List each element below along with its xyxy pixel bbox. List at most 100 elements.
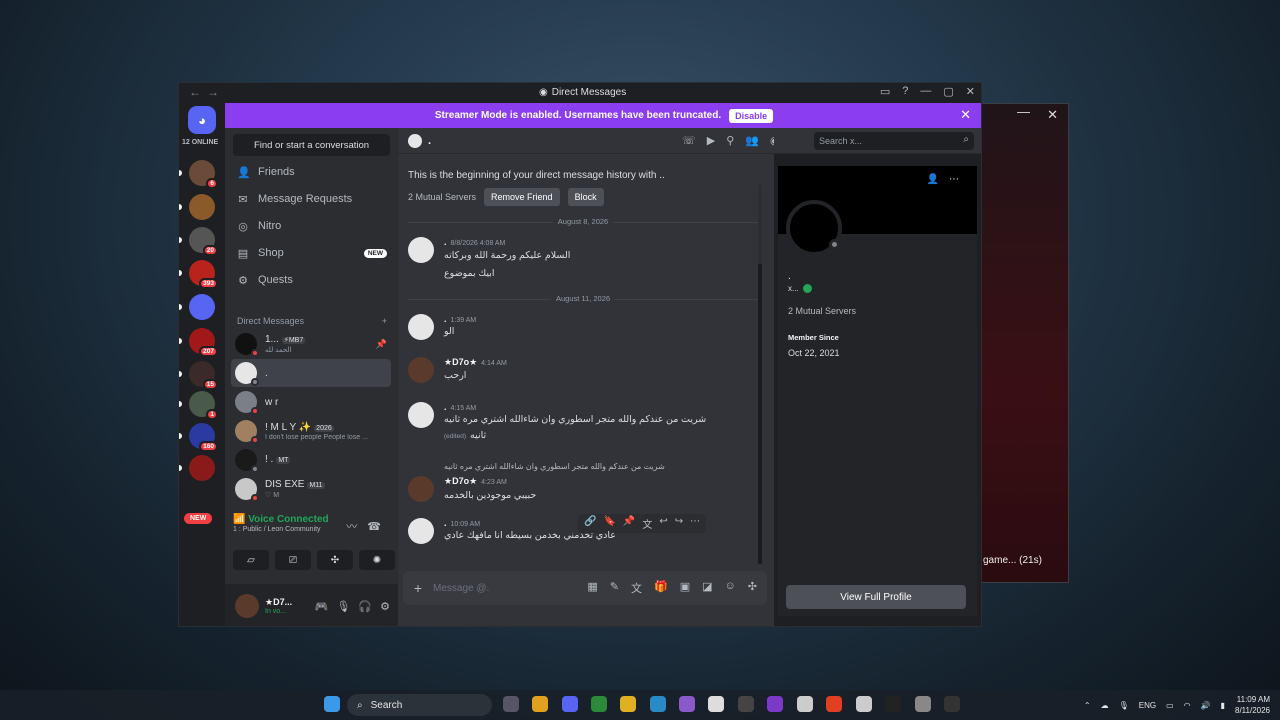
gif-icon[interactable]: ▣ <box>680 580 690 596</box>
server-icon[interactable]: 207 <box>189 328 218 357</box>
avatar[interactable] <box>408 518 434 544</box>
cloud-icon[interactable]: ☁ <box>1101 701 1109 710</box>
server-icon[interactable] <box>189 455 215 481</box>
brave-icon[interactable] <box>826 696 842 712</box>
server-icon[interactable] <box>189 294 215 320</box>
close-banner-icon[interactable]: ✕ <box>960 107 971 123</box>
dm-item[interactable]: ! . MT <box>231 446 391 474</box>
taskbar-search[interactable]: ⌕ Search <box>347 694 492 716</box>
explorer-icon[interactable] <box>620 696 636 712</box>
avatar[interactable] <box>408 476 434 502</box>
attach-icon[interactable]: + <box>403 580 433 596</box>
edge-icon[interactable] <box>650 696 666 712</box>
network-icon[interactable]: ▭ <box>1166 701 1174 710</box>
view-full-profile-button[interactable]: View Full Profile <box>786 585 966 609</box>
volume-icon[interactable]: 🔊 <box>1201 701 1211 710</box>
scrollbar[interactable] <box>758 184 762 564</box>
app-icon[interactable] <box>856 696 872 712</box>
server-icon[interactable]: 1 <box>189 391 218 420</box>
store-icon[interactable] <box>708 696 724 712</box>
dm-item[interactable]: ! M L Y ✨ 2026 I don't lose people People… <box>231 417 391 445</box>
task-view-icon[interactable] <box>503 696 519 712</box>
app-icon[interactable] <box>738 696 754 712</box>
minimize-button[interactable]: — <box>920 85 931 98</box>
xbox-icon[interactable] <box>591 696 607 712</box>
message[interactable]: . 8/8/2026 4:08 AM السلام عليكم ورحمة الل… <box>408 237 758 281</box>
microphone-icon[interactable]: 🎙 <box>336 600 350 613</box>
battery-icon[interactable]: ▮ <box>1221 701 1225 710</box>
clock[interactable]: 11:09 AM 8/11/2026 <box>1235 694 1270 716</box>
profile-actions[interactable]: 👤⋯ <box>927 174 969 185</box>
gift-icon[interactable]: 🎁 <box>654 580 668 596</box>
server-icon[interactable]: 6 <box>189 160 218 189</box>
voice-controls[interactable]: 〰☎ <box>346 518 391 534</box>
search-input[interactable]: Search x... ⌕ <box>814 132 974 150</box>
nav-nitro[interactable]: ◎ Nitro <box>231 214 391 238</box>
app-icon[interactable] <box>944 696 960 712</box>
add-friend-icon[interactable]: 👥 <box>745 134 759 147</box>
language-indicator[interactable]: ENG <box>1139 701 1156 710</box>
app-icon[interactable] <box>679 696 695 712</box>
camera-off-icon[interactable]: ▱ <box>233 550 269 570</box>
app-icon[interactable] <box>915 696 931 712</box>
gamepad-icon[interactable]: 🎮 <box>315 600 329 613</box>
inbox-icon[interactable]: ▭ <box>880 85 890 98</box>
server-icon[interactable] <box>189 194 215 220</box>
server-icon[interactable]: 160 <box>189 423 218 452</box>
chrome-icon[interactable] <box>532 696 548 712</box>
minimize-icon[interactable]: — <box>1017 104 1030 119</box>
avatar[interactable] <box>408 402 434 428</box>
message-composer[interactable]: + Message @. ▦ ✎ 文 🎁 ▣ ◪ ☺ ✣ <box>403 571 767 605</box>
avatar[interactable] <box>408 314 434 340</box>
mic-off-icon[interactable]: ✎ <box>610 580 619 596</box>
calendar-icon[interactable]: ▦ <box>587 580 597 596</box>
new-servers-badge[interactable]: NEW <box>184 513 213 524</box>
create-dm-icon[interactable]: + <box>382 316 387 326</box>
disable-button[interactable]: Disable <box>729 108 774 123</box>
apps-icon[interactable]: ✣ <box>748 580 757 596</box>
sticker-icon[interactable]: ◪ <box>702 580 712 596</box>
dm-item[interactable]: 1... ⚡MB7 الحمد لله 📌 <box>231 330 391 358</box>
server-icon[interactable]: 20 <box>189 227 218 256</box>
back-forward-icons[interactable]: ←→ <box>189 85 225 99</box>
server-icon[interactable]: 393 <box>189 260 218 289</box>
mic-icon[interactable]: 🎙 <box>1119 701 1129 710</box>
avatar[interactable] <box>408 237 434 263</box>
server-icon[interactable]: 15 <box>189 361 218 390</box>
dm-item[interactable]: DIS EXE M11 ♡ M <box>231 475 391 503</box>
chevron-up-icon[interactable]: ⌃ <box>1084 701 1091 710</box>
message[interactable]: . 1:39 AM الو <box>408 314 758 344</box>
avatar[interactable] <box>235 594 259 618</box>
remove-friend-button[interactable]: Remove Friend <box>484 188 560 206</box>
soundboard-icon[interactable]: ✺ <box>359 550 395 570</box>
message-reply[interactable]: شريت من عندكم والله متجر اسطوري وان شاءا… <box>408 462 758 506</box>
close-icon[interactable]: ✕ <box>1047 107 1058 123</box>
tiktok-icon[interactable] <box>885 696 901 712</box>
avatar[interactable] <box>408 357 434 383</box>
activities-icon[interactable]: ✣ <box>317 550 353 570</box>
call-icon[interactable]: ☏ <box>682 134 696 147</box>
nav-message-requests[interactable]: ✉ Message Requests <box>231 187 391 211</box>
start-icon[interactable] <box>324 696 340 712</box>
find-conversation-button[interactable]: Find or start a conversation <box>233 134 390 156</box>
profile-mutual-servers[interactable]: 2 Mutual Servers <box>788 306 856 316</box>
maximize-button[interactable]: ▢ <box>943 85 953 98</box>
close-button[interactable]: ✕ <box>966 85 975 98</box>
nav-quests[interactable]: ⚙ Quests <box>231 268 391 292</box>
discord-taskbar-icon[interactable] <box>562 696 578 712</box>
nav-shop[interactable]: ▤ Shop NEW <box>231 241 391 265</box>
steam-icon[interactable] <box>797 696 813 712</box>
translate-icon[interactable]: 文 <box>631 580 642 596</box>
message[interactable]: ★D7o★ 4:14 AM ارحب <box>408 357 758 387</box>
wifi-icon[interactable]: ◠ <box>1184 701 1191 710</box>
headphones-icon[interactable]: 🎧 <box>358 600 372 613</box>
message-input[interactable]: Message @. <box>433 583 489 594</box>
block-button[interactable]: Block <box>567 188 604 206</box>
search-icon[interactable]: ⌕ <box>963 134 969 145</box>
screen-share-icon[interactable]: ⎚ <box>275 550 311 570</box>
dm-item[interactable]: w r <box>231 388 391 416</box>
emoji-icon[interactable]: ☺ <box>725 580 736 596</box>
profile-avatar[interactable] <box>786 200 842 256</box>
help-icon[interactable]: ? <box>902 85 908 98</box>
nav-friends[interactable]: 👤 Friends <box>231 160 391 184</box>
